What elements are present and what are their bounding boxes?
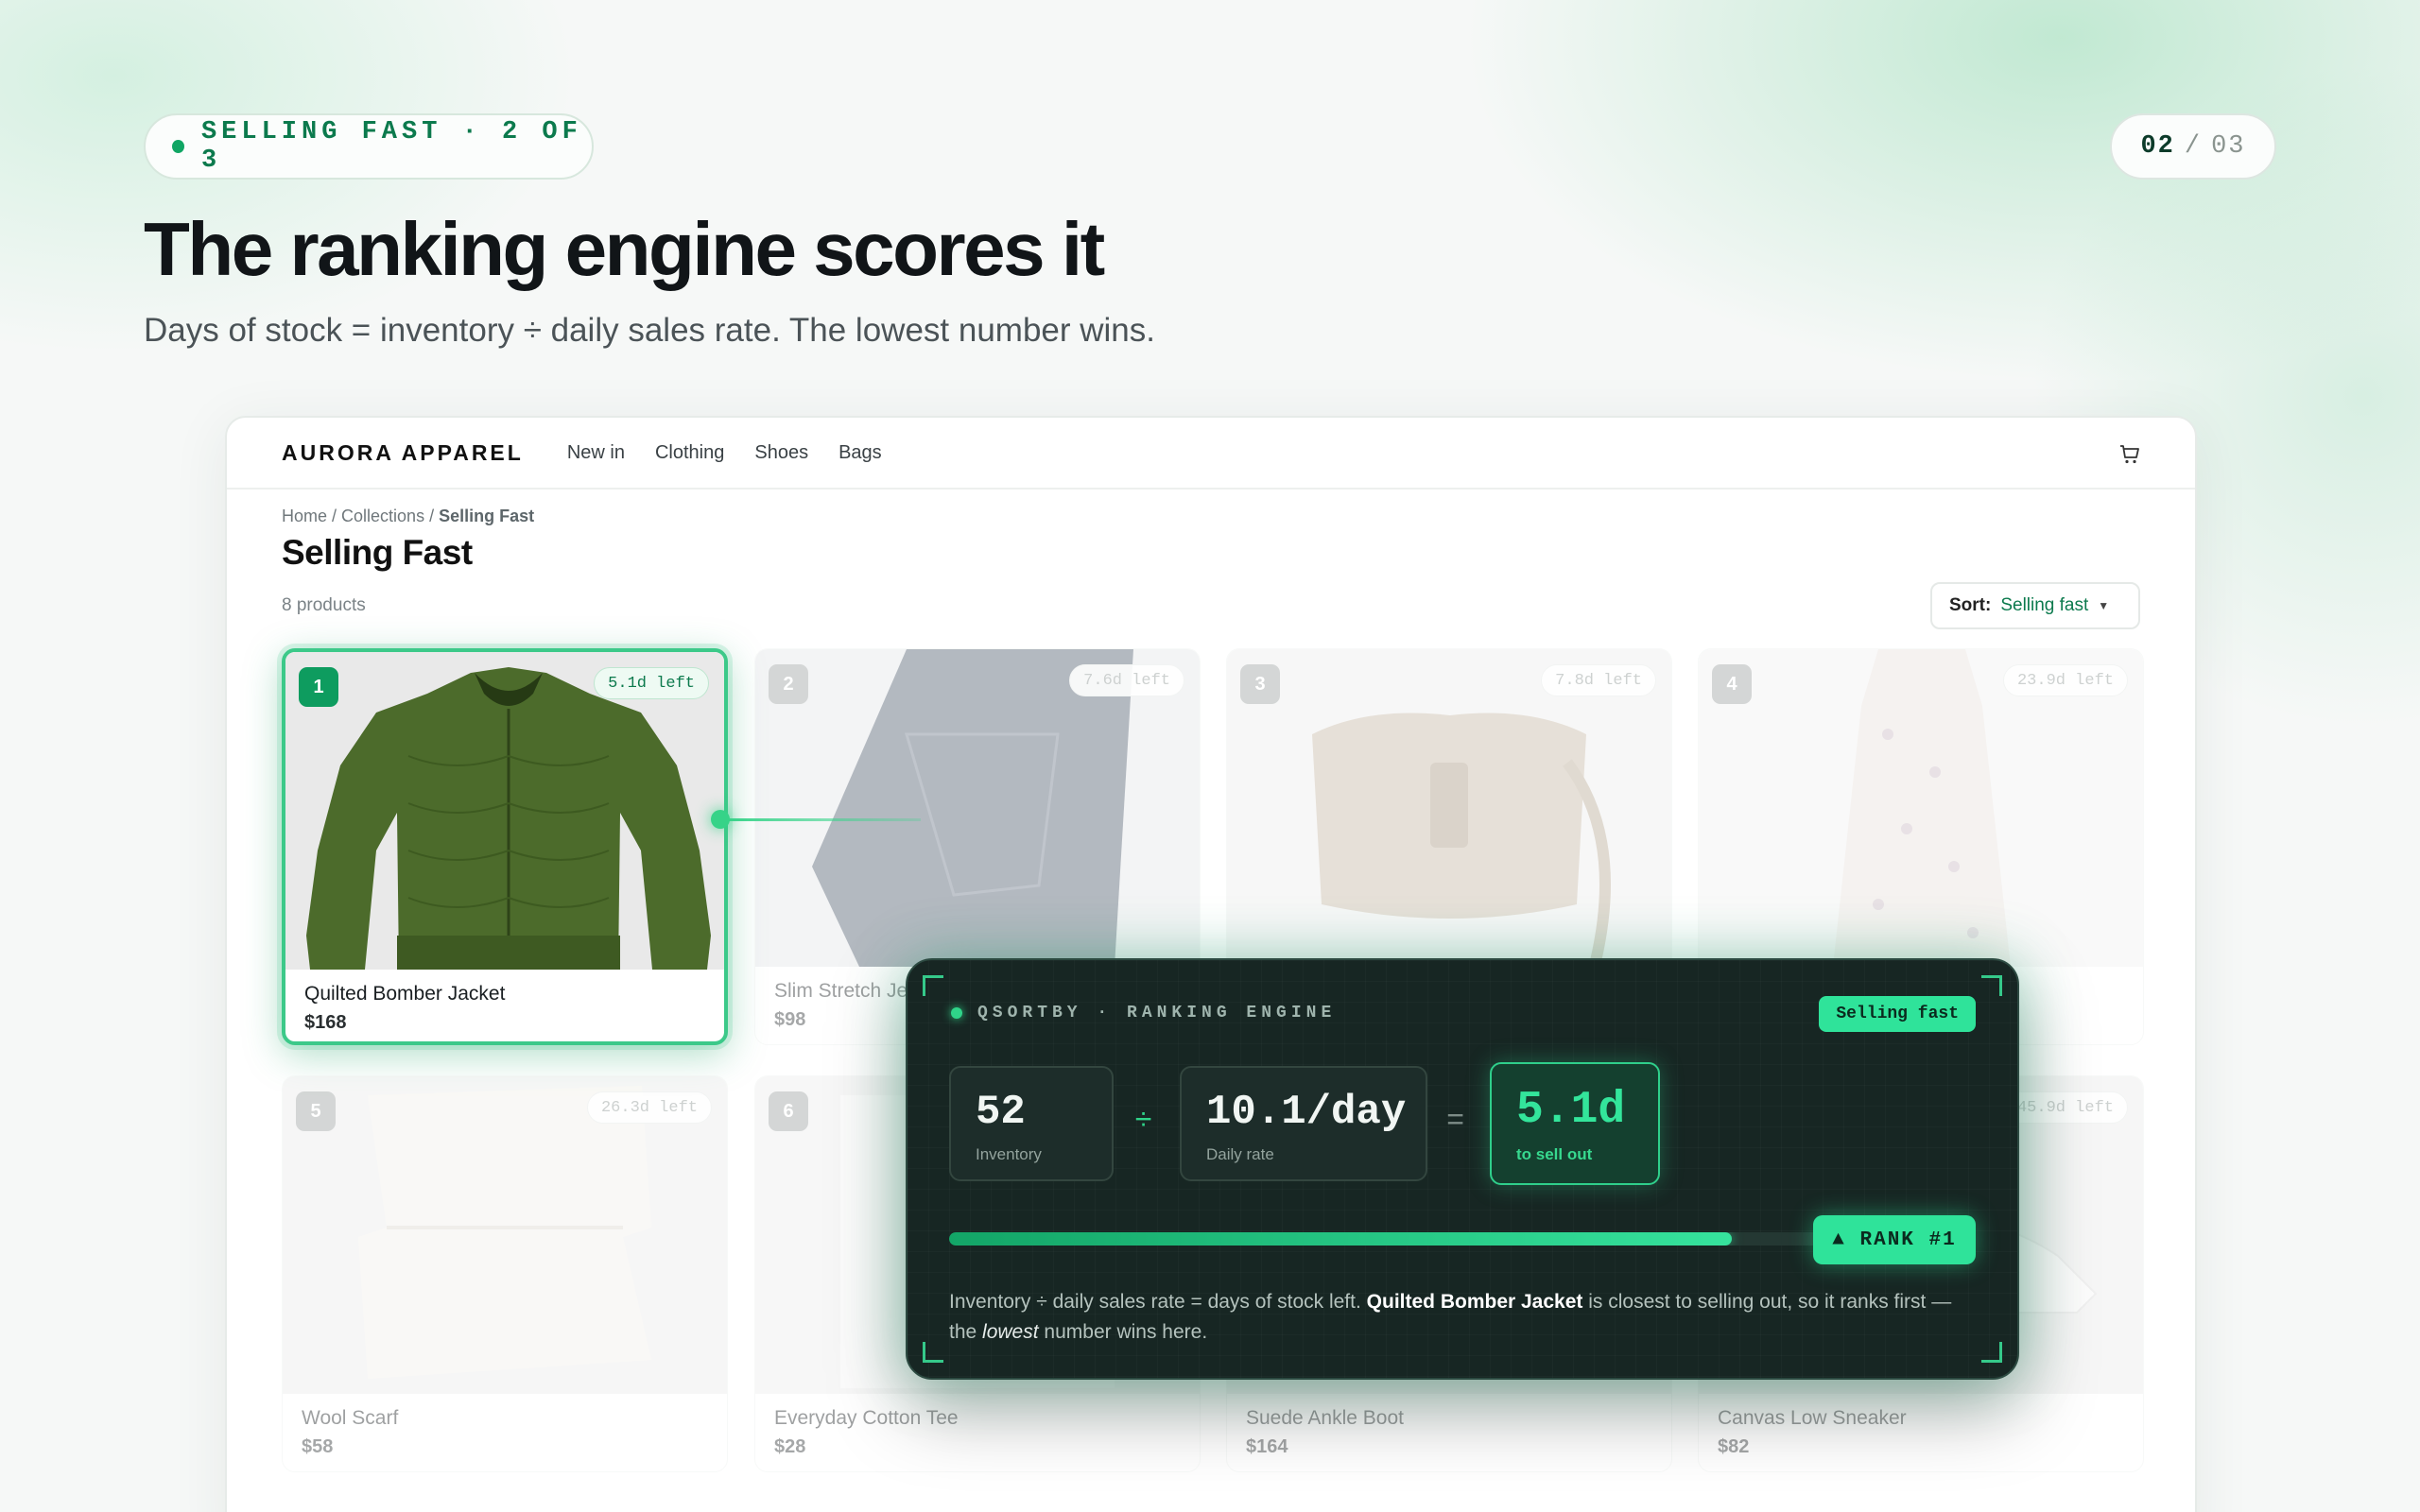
- product-price: $58: [302, 1436, 334, 1457]
- rank-badge: 5: [296, 1091, 336, 1131]
- daily-rate-label: Daily rate: [1206, 1145, 1274, 1163]
- explanation-product: Quilted Bomber Jacket: [1366, 1291, 1583, 1313]
- daily-rate-metric: 10.1/day Daily rate: [1180, 1066, 1427, 1181]
- brand-logo[interactable]: AURORA APPAREL: [282, 440, 524, 466]
- inventory-label: Inventory: [976, 1145, 1042, 1163]
- divide-operator: ÷: [1134, 1104, 1153, 1139]
- cart-icon[interactable]: [2119, 444, 2140, 465]
- breadcrumb-home[interactable]: Home: [282, 507, 327, 525]
- product-image-dress: [1699, 649, 2143, 967]
- product-price: $82: [1718, 1436, 1750, 1457]
- product-image-jacket: [285, 652, 724, 970]
- slide-counter-current: 02: [2140, 132, 2175, 161]
- slide-counter-separator: /: [2184, 132, 2203, 161]
- product-card-scarf[interactable]: 5 26.3d left Wool Scarf $58: [282, 1075, 728, 1472]
- corner-bracket: [1981, 1342, 2002, 1363]
- product-name[interactable]: Wool Scarf: [302, 1407, 398, 1430]
- product-name[interactable]: Quilted Bomber Jacket: [304, 983, 505, 1005]
- product-price: $168: [304, 1012, 347, 1033]
- days-left-badge: 45.9d left: [2002, 1091, 2128, 1124]
- slide-counter: 02 / 03: [2110, 113, 2276, 180]
- product-price: $164: [1246, 1436, 1288, 1457]
- product-name[interactable]: Suede Ankle Boot: [1246, 1407, 1404, 1430]
- breadcrumb-current: Selling Fast: [439, 507, 535, 525]
- product-price: $28: [774, 1436, 806, 1457]
- rank-badge: 6: [769, 1091, 808, 1131]
- days-left-badge: 5.1d left: [594, 667, 709, 699]
- sell-out-value: 5.1d: [1516, 1085, 1626, 1136]
- product-image-scarf: [283, 1076, 727, 1394]
- sort-dropdown[interactable]: Sort: Selling fast ▼: [1930, 582, 2140, 629]
- chevron-down-icon: ▼: [2098, 599, 2110, 612]
- section-pill-label: SELLING FAST · 2 OF 3: [200, 118, 582, 175]
- sort-value: Selling fast: [2000, 595, 2089, 615]
- corner-bracket: [923, 975, 943, 996]
- section-pill: SELLING FAST · 2 OF 3: [144, 113, 594, 180]
- nav-shoes[interactable]: Shoes: [754, 442, 808, 464]
- breadcrumb-separator: /: [327, 507, 342, 525]
- rank-progress-fill: [949, 1232, 1732, 1246]
- rank-badge: ▲ RANK #1: [1813, 1215, 1976, 1264]
- slide-counter-total: 03: [2211, 132, 2246, 161]
- nav-clothing[interactable]: Clothing: [655, 442, 724, 464]
- rank-badge: 1: [299, 667, 338, 707]
- rank-badge: 3: [1240, 664, 1280, 704]
- sell-out-label: to sell out: [1516, 1145, 1593, 1163]
- nav-bags[interactable]: Bags: [838, 442, 882, 464]
- daily-rate-value: 10.1/day: [1206, 1089, 1407, 1136]
- explanation-text: number wins here.: [1044, 1321, 1208, 1343]
- breadcrumb: Home / Collections / Selling Fast: [282, 507, 534, 526]
- corner-bracket: [923, 1342, 943, 1363]
- status-dot-icon: [172, 140, 184, 153]
- engine-explanation: Inventory ÷ daily sales rate = days of s…: [949, 1287, 1979, 1348]
- rank-progress-bar: [949, 1232, 1828, 1246]
- product-price: $98: [774, 1009, 806, 1030]
- rank-badge: 4: [1712, 664, 1752, 704]
- breadcrumb-separator: /: [424, 507, 440, 525]
- days-left-badge: 7.6d left: [1069, 664, 1184, 696]
- product-image-jeans: [755, 649, 1200, 967]
- product-name[interactable]: Slim Stretch Je: [774, 980, 908, 1003]
- selling-fast-badge: Selling fast: [1819, 996, 1976, 1032]
- nav-new-in[interactable]: New in: [567, 442, 625, 464]
- explanation-text: Inventory ÷ daily sales rate = days of s…: [949, 1291, 1361, 1313]
- sell-out-metric: 5.1d to sell out: [1490, 1062, 1660, 1185]
- breadcrumb-collections[interactable]: Collections: [341, 507, 424, 525]
- days-left-badge: 7.8d left: [1541, 664, 1656, 696]
- equals-operator: =: [1446, 1104, 1465, 1139]
- product-name[interactable]: Everyday Cotton Tee: [774, 1407, 959, 1430]
- product-name[interactable]: Canvas Low Sneaker: [1718, 1407, 1907, 1430]
- sort-label: Sort:: [1949, 595, 1992, 615]
- slide-title: The ranking engine scores it: [144, 207, 1105, 291]
- product-card-bomber-jacket[interactable]: 1 5.1d left Quilted Bomber Jacket $168: [282, 648, 728, 1045]
- explanation-emphasis: lowest: [982, 1321, 1039, 1343]
- product-count: 8 products: [282, 595, 366, 615]
- slide-subtitle: Days of stock = inventory ÷ daily sales …: [144, 312, 1155, 349]
- inventory-value: 52: [976, 1089, 1026, 1136]
- store-navbar: AURORA APPAREL New in Clothing Shoes Bag…: [227, 418, 2195, 490]
- product-image-bag: [1227, 649, 1671, 967]
- page-title: Selling Fast: [282, 533, 473, 572]
- days-left-badge: 26.3d left: [586, 1091, 712, 1124]
- engine-header-label: QSORTBY · RANKING ENGINE: [977, 1004, 1337, 1022]
- corner-bracket: [1981, 975, 2002, 996]
- connector-line: [722, 818, 921, 821]
- live-dot-icon: [951, 1007, 962, 1019]
- engine-header: QSORTBY · RANKING ENGINE: [951, 1004, 1336, 1022]
- inventory-metric: 52 Inventory: [949, 1066, 1114, 1181]
- days-left-badge: 23.9d left: [2002, 664, 2128, 696]
- rank-badge: 2: [769, 664, 808, 704]
- ranking-engine-panel: QSORTBY · RANKING ENGINE Selling fast 52…: [906, 958, 2019, 1380]
- connector-dot: [711, 810, 730, 829]
